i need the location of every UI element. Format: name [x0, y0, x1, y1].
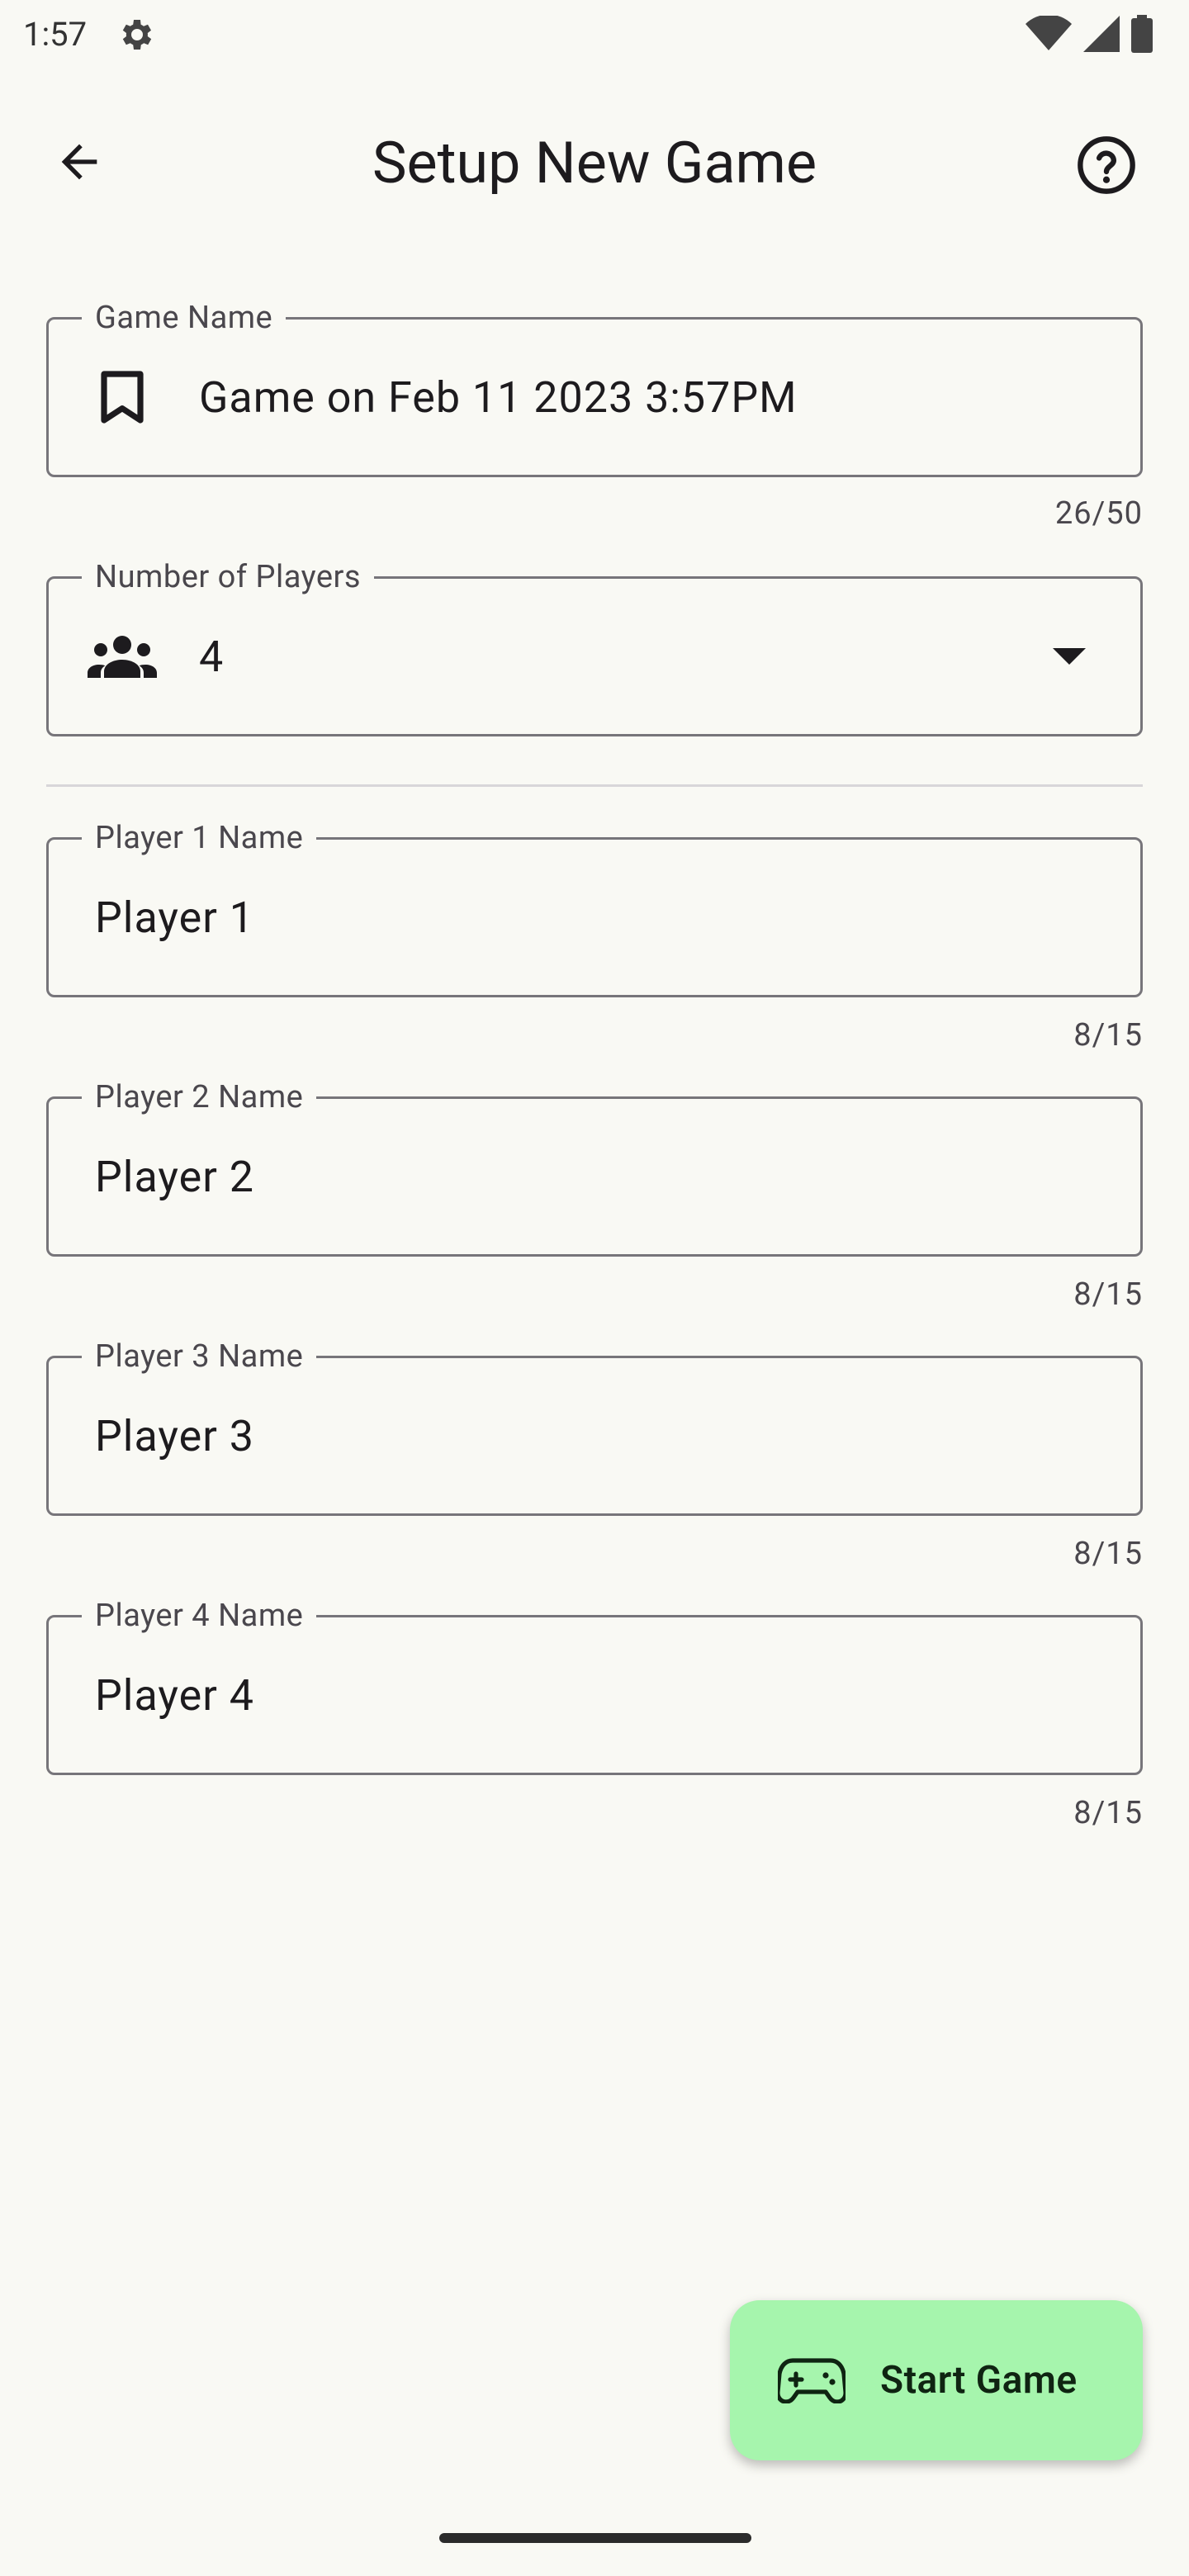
player-2-counter: 8/15 [1073, 1276, 1143, 1313]
player-3-name-field[interactable]: Player 3 Name Player 3 [46, 1338, 1143, 1516]
game-name-counter: 26/50 [1054, 495, 1143, 532]
player-1-name-input[interactable]: Player 1 [95, 840, 254, 995]
player-2-name-field[interactable]: Player 2 Name Player 2 [46, 1079, 1143, 1257]
status-icons [1026, 15, 1153, 53]
help-button[interactable] [1070, 129, 1143, 201]
player-1-name-field[interactable]: Player 1 Name Player 1 [46, 820, 1143, 997]
player-4-name-input[interactable]: Player 4 [95, 1617, 254, 1773]
game-name-field[interactable]: Game Name Game on Feb 11 2023 3:57PM [46, 300, 1143, 477]
game-name-input[interactable]: Game on Feb 11 2023 3:57PM [199, 320, 798, 475]
gamepad-icon [778, 2358, 846, 2403]
chevron-down-icon [1045, 632, 1094, 681]
divider [46, 784, 1143, 787]
player-3-counter: 8/15 [1073, 1536, 1143, 1572]
bookmark-icon [85, 360, 159, 434]
home-indicator[interactable] [439, 2533, 751, 2543]
player-3-name-input[interactable]: Player 3 [95, 1358, 254, 1513]
start-game-button[interactable]: Start Game [730, 2300, 1143, 2460]
settings-gear-icon [117, 15, 157, 54]
start-game-label: Start Game [880, 2358, 1078, 2403]
groups-icon [85, 619, 159, 694]
battery-icon [1131, 15, 1153, 53]
status-time: 1:57 [23, 15, 88, 54]
number-of-players-value: 4 [199, 631, 225, 682]
page-title: Setup New Game [372, 130, 817, 197]
player-2-name-input[interactable]: Player 2 [95, 1099, 254, 1254]
number-of-players-dropdown[interactable]: Number of Players 4 [46, 559, 1143, 736]
help-circle-icon [1078, 136, 1135, 194]
number-of-players-label: Number of Players [82, 559, 374, 595]
player-4-counter: 8/15 [1073, 1795, 1143, 1831]
signal-icon [1083, 16, 1120, 52]
wifi-icon [1026, 16, 1072, 50]
player-4-name-field[interactable]: Player 4 Name Player 4 [46, 1598, 1143, 1775]
player-1-counter: 8/15 [1073, 1017, 1143, 1054]
